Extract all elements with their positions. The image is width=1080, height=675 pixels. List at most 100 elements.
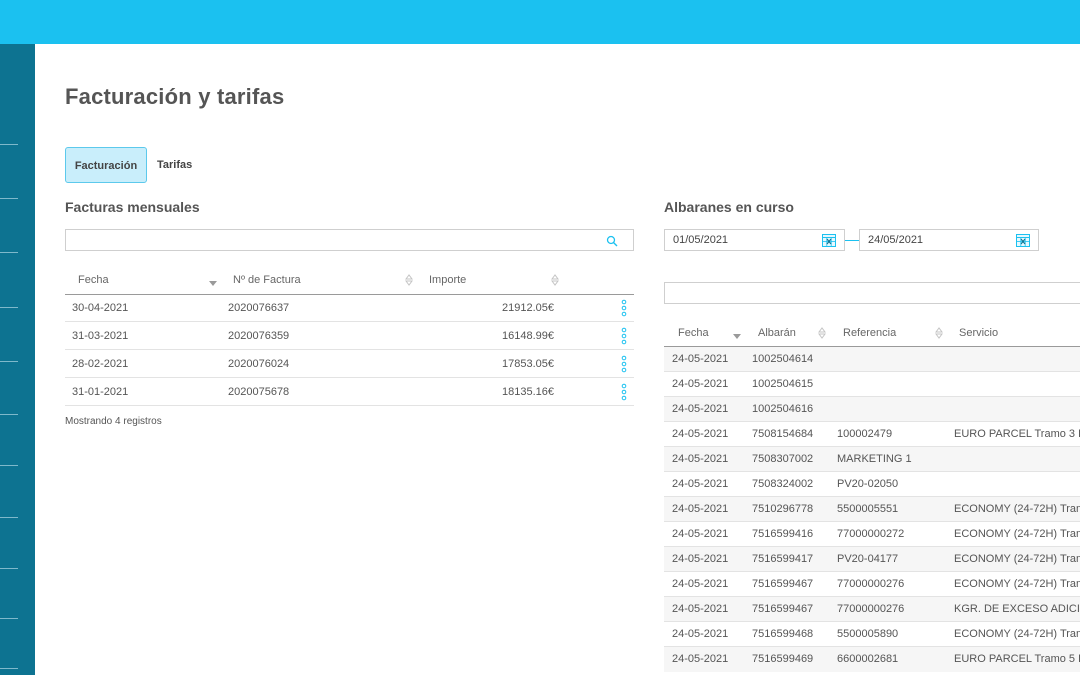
cell-albaran: 7516599467 xyxy=(752,578,814,590)
page-title: Facturación y tarifas xyxy=(65,84,285,109)
date-from-field[interactable]: 01/05/2021 xyxy=(664,229,845,251)
cell-albaran: 7516599468 xyxy=(752,628,814,640)
sort-icon[interactable] xyxy=(405,274,413,286)
table-row[interactable]: 24-05-2021 1002504615 xyxy=(664,372,1080,397)
col-header-servicio[interactable]: Servicio xyxy=(959,327,998,339)
sort-desc-icon[interactable] xyxy=(733,332,741,340)
cell-servicio: ECONOMY (24-72H) Tram xyxy=(954,553,1080,565)
more-vertical-icon[interactable] xyxy=(621,355,627,373)
cell-importe: 16148.99€ xyxy=(502,330,554,342)
cell-albaran: 7508324002 xyxy=(752,478,814,490)
top-bar xyxy=(0,0,1080,44)
cell-referencia: 77000000272 xyxy=(837,528,905,540)
row-divider xyxy=(65,349,634,350)
cell-importe: 18135.16€ xyxy=(502,386,554,398)
sidebar-item[interactable] xyxy=(0,568,18,569)
cell-numero: 2020076637 xyxy=(228,302,290,314)
cell-referencia: PV20-04177 xyxy=(837,553,899,565)
col-header-referencia[interactable]: Referencia xyxy=(843,327,896,339)
cell-servicio: EURO PARCEL Tramo 3 Kgr xyxy=(954,428,1080,440)
more-vertical-icon[interactable] xyxy=(621,383,627,401)
table-row[interactable]: 24-05-2021 1002504616 xyxy=(664,397,1080,422)
col-header-albaran[interactable]: Albarán xyxy=(758,327,796,339)
table-row[interactable]: 24-05-2021 7508324002 PV20-02050 xyxy=(664,472,1080,497)
cell-fecha: 24-05-2021 xyxy=(672,628,729,640)
cell-fecha: 31-01-2021 xyxy=(72,386,129,398)
cell-albaran: 7516599416 xyxy=(752,528,814,540)
sidebar-item[interactable] xyxy=(0,144,18,145)
calendar-icon[interactable] xyxy=(822,233,836,247)
cell-numero: 2020075678 xyxy=(228,386,290,398)
cell-referencia: 5500005890 xyxy=(837,628,899,640)
cell-albaran: 7508154684 xyxy=(752,428,814,440)
cell-referencia: 100002479 xyxy=(837,428,893,440)
sort-icon[interactable] xyxy=(551,274,559,286)
sidebar-item[interactable] xyxy=(0,618,18,619)
table-row[interactable]: 24-05-2021 1002504614 xyxy=(664,347,1080,372)
cell-fecha: 24-05-2021 xyxy=(672,353,729,365)
cell-referencia: 5500005551 xyxy=(837,503,899,515)
cell-numero: 2020076359 xyxy=(228,330,290,342)
cell-fecha: 24-05-2021 xyxy=(672,503,729,515)
cell-referencia: MARKETING 1 xyxy=(837,453,912,465)
more-vertical-icon[interactable] xyxy=(621,299,627,317)
col-header-importe[interactable]: Importe xyxy=(429,274,466,286)
table-row[interactable]: 24-05-2021 7516599468 5500005890 ECONOMY… xyxy=(664,622,1080,647)
col-header-fecha[interactable]: Fecha xyxy=(678,327,709,339)
albaranes-search-input[interactable] xyxy=(664,282,1080,304)
cell-referencia: 77000000276 xyxy=(837,578,905,590)
col-header-fecha[interactable]: Fecha xyxy=(78,274,109,286)
table-row[interactable]: 24-05-2021 7516599467 77000000276 KGR. D… xyxy=(664,597,1080,622)
table-row[interactable]: 24-05-2021 7508307002 MARKETING 1 xyxy=(664,447,1080,472)
sidebar-item[interactable] xyxy=(0,361,18,362)
cell-numero: 2020076024 xyxy=(228,358,290,370)
tab-facturacion[interactable]: Facturación xyxy=(65,147,147,183)
cell-albaran: 7516599467 xyxy=(752,603,814,615)
sort-icon[interactable] xyxy=(818,327,826,339)
facturas-search-input[interactable] xyxy=(65,229,634,251)
sidebar-item[interactable] xyxy=(0,307,18,308)
cell-fecha: 31-03-2021 xyxy=(72,330,129,342)
date-range-connector xyxy=(845,240,859,241)
sidebar-item[interactable] xyxy=(0,252,18,253)
cell-fecha: 24-05-2021 xyxy=(672,528,729,540)
sidebar-item[interactable] xyxy=(0,668,18,669)
search-icon[interactable] xyxy=(606,235,618,247)
cell-fecha: 24-05-2021 xyxy=(672,453,729,465)
sidebar-item[interactable] xyxy=(0,517,18,518)
cell-albaran: 1002504614 xyxy=(752,353,814,365)
cell-fecha: 24-05-2021 xyxy=(672,378,729,390)
sidebar-item[interactable] xyxy=(0,198,18,199)
row-divider xyxy=(65,377,634,378)
table-row[interactable]: 24-05-2021 7508154684 100002479 EURO PAR… xyxy=(664,422,1080,447)
cell-referencia: PV20-02050 xyxy=(837,478,899,490)
date-to-value: 24/05/2021 xyxy=(868,234,924,246)
cell-fecha: 30-04-2021 xyxy=(72,302,129,314)
table-row[interactable]: 24-05-2021 7516599416 77000000272 ECONOM… xyxy=(664,522,1080,547)
cell-importe: 17853.05€ xyxy=(502,358,554,370)
cell-servicio: ECONOMY (24-72H) Tram xyxy=(954,528,1080,540)
cell-referencia: 77000000276 xyxy=(837,603,905,615)
tab-tarifas[interactable]: Tarifas xyxy=(157,147,192,183)
table-row[interactable]: 24-05-2021 7510296778 5500005551 ECONOMY… xyxy=(664,497,1080,522)
sort-icon[interactable] xyxy=(935,327,943,339)
cell-servicio: ECONOMY (24-72H) Tram xyxy=(954,578,1080,590)
cell-servicio: ECONOMY (24-72H) Tram xyxy=(954,628,1080,640)
date-to-field[interactable]: 24/05/2021 xyxy=(859,229,1039,251)
sort-desc-icon[interactable] xyxy=(209,279,217,287)
cell-fecha: 24-05-2021 xyxy=(672,553,729,565)
records-count: Mostrando 4 registros xyxy=(65,416,162,427)
facturas-section-title: Facturas mensuales xyxy=(65,199,200,215)
table-row[interactable]: 24-05-2021 7516599467 77000000276 ECONOM… xyxy=(664,572,1080,597)
cell-albaran: 7510296778 xyxy=(752,503,814,515)
sidebar-item[interactable] xyxy=(0,414,18,415)
table-row[interactable]: 24-05-2021 7516599469 6600002681 EURO PA… xyxy=(664,647,1080,672)
col-header-numero[interactable]: Nº de Factura xyxy=(233,274,301,286)
cell-albaran: 7516599469 xyxy=(752,653,814,665)
more-vertical-icon[interactable] xyxy=(621,327,627,345)
cell-servicio: EURO PARCEL Tramo 5 Kgr xyxy=(954,653,1080,665)
sidebar-item[interactable] xyxy=(0,465,18,466)
table-row[interactable]: 24-05-2021 7516599417 PV20-04177 ECONOMY… xyxy=(664,547,1080,572)
cell-albaran: 7508307002 xyxy=(752,453,814,465)
calendar-icon[interactable] xyxy=(1016,233,1030,247)
